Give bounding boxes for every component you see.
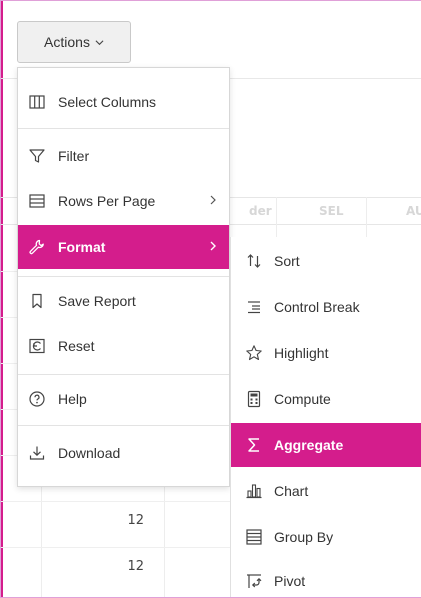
actions-button-label: Actions bbox=[44, 34, 90, 50]
menu-item-rows-per-page[interactable]: Rows Per Page bbox=[18, 179, 229, 223]
submenu-item-compute[interactable]: Compute bbox=[231, 377, 421, 421]
report-window: der SEL AU 14 26 121 12 12 29 118 11 12 … bbox=[0, 0, 421, 598]
submenu-item-aggregate[interactable]: Aggregate bbox=[231, 423, 421, 467]
grid-header-cell[interactable]: AU bbox=[406, 204, 421, 218]
format-submenu: Sort Control Break Highlight Compute Agg… bbox=[230, 237, 421, 597]
menu-item-download[interactable]: Download bbox=[18, 431, 229, 475]
menu-item-label: Save Report bbox=[58, 293, 136, 309]
menu-item-label: Filter bbox=[58, 148, 90, 164]
submenu-item-label: Highlight bbox=[274, 345, 329, 361]
sort-icon bbox=[245, 252, 263, 270]
bookmark-icon bbox=[28, 292, 46, 310]
menu-item-label: Rows Per Page bbox=[58, 193, 156, 209]
actions-button[interactable]: Actions bbox=[17, 21, 131, 63]
star-icon bbox=[245, 344, 263, 362]
menu-separator bbox=[18, 425, 229, 426]
group-by-icon bbox=[245, 528, 263, 546]
columns-icon bbox=[28, 93, 46, 111]
submenu-item-label: Compute bbox=[274, 391, 331, 407]
grid-header-cell[interactable]: SEL bbox=[319, 204, 344, 218]
menu-item-label: Format bbox=[58, 239, 106, 255]
submenu-item-label: Aggregate bbox=[274, 437, 344, 453]
grid-cell: 12 bbox=[127, 559, 144, 574]
submenu-item-chart[interactable]: Chart bbox=[231, 469, 421, 513]
menu-item-save-report[interactable]: Save Report bbox=[18, 279, 229, 323]
menu-item-reset[interactable]: Reset bbox=[18, 324, 229, 368]
sigma-icon bbox=[245, 436, 263, 454]
chevron-right-icon bbox=[209, 194, 217, 206]
menu-item-label: Help bbox=[58, 391, 87, 407]
chevron-down-icon bbox=[95, 38, 104, 47]
submenu-item-control-break[interactable]: Control Break bbox=[231, 285, 421, 329]
menu-item-label: Download bbox=[58, 445, 121, 461]
pivot-icon bbox=[245, 572, 263, 590]
control-break-icon bbox=[245, 298, 263, 316]
menu-item-filter[interactable]: Filter bbox=[18, 134, 229, 178]
rows-icon bbox=[28, 192, 46, 210]
chart-icon bbox=[245, 482, 263, 500]
chevron-right-icon bbox=[209, 240, 217, 252]
submenu-item-pivot[interactable]: Pivot bbox=[231, 559, 421, 597]
submenu-item-group-by[interactable]: Group By bbox=[231, 515, 421, 559]
reset-icon bbox=[28, 337, 46, 355]
actions-menu: Select Columns Filter Rows Per Page Form… bbox=[17, 67, 230, 487]
submenu-item-label: Control Break bbox=[274, 299, 360, 315]
download-icon bbox=[28, 444, 46, 462]
submenu-item-label: Sort bbox=[274, 253, 300, 269]
menu-separator bbox=[18, 128, 229, 129]
submenu-item-label: Pivot bbox=[274, 573, 306, 589]
menu-separator bbox=[18, 276, 229, 277]
submenu-item-sort[interactable]: Sort bbox=[231, 239, 421, 283]
filter-icon bbox=[28, 147, 46, 165]
submenu-item-label: Group By bbox=[274, 529, 334, 545]
wrench-icon bbox=[28, 238, 46, 256]
help-icon bbox=[28, 390, 46, 408]
menu-item-label: Reset bbox=[58, 338, 95, 354]
menu-item-help[interactable]: Help bbox=[18, 377, 229, 421]
menu-separator bbox=[18, 374, 229, 375]
grid-header-cell[interactable]: der bbox=[249, 204, 272, 218]
menu-item-label: Select Columns bbox=[58, 94, 157, 110]
submenu-item-label: Chart bbox=[274, 483, 309, 499]
submenu-item-highlight[interactable]: Highlight bbox=[231, 331, 421, 375]
menu-item-select-columns[interactable]: Select Columns bbox=[18, 80, 229, 124]
grid-cell: 12 bbox=[127, 513, 144, 528]
calculator-icon bbox=[245, 390, 263, 408]
menu-item-format[interactable]: Format bbox=[18, 225, 229, 269]
